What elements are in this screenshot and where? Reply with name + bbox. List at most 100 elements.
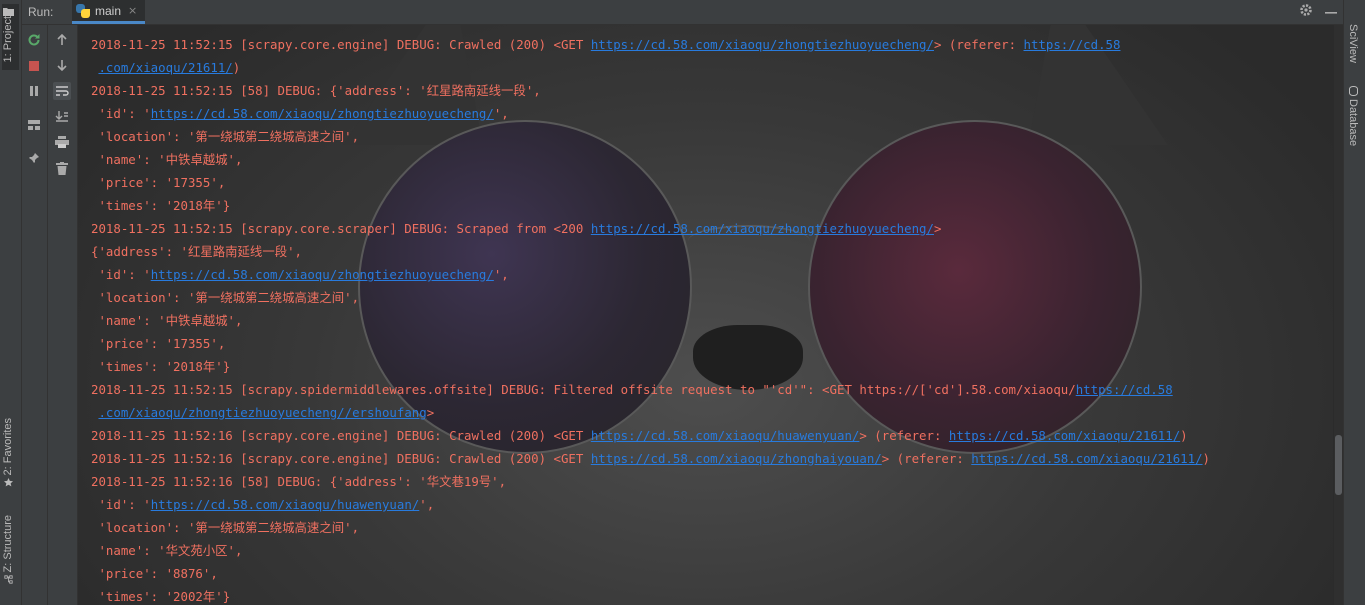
console-link[interactable]: https://cd.58.com/xiaoqu/huawenyuan/ xyxy=(591,428,860,443)
console-text: > xyxy=(933,221,942,236)
python-icon xyxy=(76,3,90,18)
console-text: 'price': '8876', xyxy=(91,566,218,581)
scrollbar-thumb[interactable] xyxy=(1335,435,1342,495)
console-text: 'id': ' xyxy=(91,497,151,512)
console-link[interactable]: https://cd.58.com/xiaoqu/zhongtiezhuoyue… xyxy=(591,37,934,52)
console-text: 'times': '2002年'} xyxy=(91,589,231,604)
console-line: 'location': '第一绕城第二绕城高速之间', xyxy=(91,125,1210,148)
console-link[interactable]: https://cd.58.com/xiaoqu/zhongtiezhuoyue… xyxy=(151,267,494,282)
console-scrollbar[interactable] xyxy=(1334,25,1343,605)
console-line: .com/xiaoqu/zhongtiezhuoyuecheng//ershou… xyxy=(91,401,1210,424)
database-tab-label: Database xyxy=(1347,99,1359,147)
console-text: 2018-11-25 11:52:15 [scrapy.core.engine]… xyxy=(91,37,591,52)
run-tab-main[interactable]: main × xyxy=(72,0,146,24)
console-text: > (referer: xyxy=(859,428,949,443)
console-text: 'times': '2018年'} xyxy=(91,198,231,213)
console-text: 2018-11-25 11:52:15 [58] DEBUG: {'addres… xyxy=(91,83,541,98)
console-text: 2018-11-25 11:52:16 [scrapy.core.engine]… xyxy=(91,451,591,466)
run-actions-toolbar xyxy=(22,25,48,605)
console-text: ) xyxy=(1202,451,1211,466)
console-link[interactable]: https://cd.58.com/xiaoqu/zhonghaiyouan/ xyxy=(591,451,882,466)
folder-icon xyxy=(3,8,14,16)
console-line: 'name': '中铁卓越城', xyxy=(91,148,1210,171)
console-link[interactable]: https://cd.58.com/xiaoqu/21611/ xyxy=(949,428,1180,443)
console-text: 'location': '第一绕城第二绕城高速之间', xyxy=(91,129,360,144)
console-text: ) xyxy=(232,60,241,75)
print-icon[interactable] xyxy=(53,133,71,151)
console-link[interactable]: https://cd.58 xyxy=(1024,37,1121,52)
console-link[interactable]: https://cd.58 xyxy=(1076,382,1173,397)
console-link[interactable]: https://cd.58.com/xiaoqu/21611/ xyxy=(971,451,1202,466)
console-text: > xyxy=(426,405,435,420)
sciview-tab-label: SciView xyxy=(1347,24,1359,63)
sciview-tool-tab[interactable]: SciView xyxy=(1347,24,1359,63)
run-toolbar-header: Run: main × xyxy=(22,0,1343,25)
console-text: ', xyxy=(493,106,509,121)
console-text: 2018-11-25 11:52:16 [58] DEBUG: {'addres… xyxy=(91,474,507,489)
console-link[interactable]: .com/xiaoqu/21611/ xyxy=(98,60,232,75)
soft-wrap-icon[interactable] xyxy=(53,82,71,100)
console-line: .com/xiaoqu/21611/) xyxy=(91,56,1210,79)
console-text: 'location': '第一绕城第二绕城高速之间', xyxy=(91,520,360,535)
console-line: 2018-11-25 11:52:15 [scrapy.core.scraper… xyxy=(91,217,1210,240)
database-icon xyxy=(1349,86,1358,96)
console-line: 'location': '第一绕城第二绕城高速之间', xyxy=(91,286,1210,309)
console-link[interactable]: https://cd.58.com/xiaoqu/zhongtiezhuoyue… xyxy=(151,106,494,121)
console-line: 'name': '华文苑小区', xyxy=(91,539,1210,562)
structure-tab-label: Z: Structure xyxy=(2,515,14,573)
console-line: 'times': '2018年'} xyxy=(91,194,1210,217)
console-line: 2018-11-25 11:52:15 [58] DEBUG: {'addres… xyxy=(91,79,1210,102)
stop-icon[interactable] xyxy=(25,57,43,75)
console-line: 'price': '17355', xyxy=(91,171,1210,194)
arrow-down-icon[interactable] xyxy=(53,56,71,74)
console-line: 'id': 'https://cd.58.com/xiaoqu/huawenyu… xyxy=(91,493,1210,516)
console-line: 'id': 'https://cd.58.com/xiaoqu/zhongtie… xyxy=(91,102,1210,125)
console-output[interactable]: 2018-11-25 11:52:15 [scrapy.core.engine]… xyxy=(78,25,1333,605)
console-line: 2018-11-25 11:52:16 [58] DEBUG: {'addres… xyxy=(91,470,1210,493)
console-text: 'id': ' xyxy=(91,267,151,282)
scroll-to-end-icon[interactable] xyxy=(53,107,71,125)
console-link[interactable]: https://cd.58.com/xiaoqu/huawenyuan/ xyxy=(151,497,420,512)
console-link[interactable]: https://cd.58.com/xiaoqu/zhongtiezhuoyue… xyxy=(591,221,934,236)
console-line: 'times': '2002年'} xyxy=(91,585,1210,605)
console-line: 'price': '8876', xyxy=(91,562,1210,585)
project-tool-tab[interactable]: 1: Project xyxy=(2,4,19,70)
gear-icon[interactable] xyxy=(1299,3,1313,17)
console-text: {'address': '红星路南延线一段', xyxy=(91,244,303,259)
console-text: > (referer: xyxy=(881,451,972,466)
close-icon[interactable]: × xyxy=(128,4,137,17)
console-line: 'price': '17355', xyxy=(91,332,1210,355)
structure-tool-tab[interactable]: Z: Structure xyxy=(2,515,19,595)
structure-icon xyxy=(4,575,13,585)
console-text: 2018-11-25 11:52:15 [scrapy.spidermiddle… xyxy=(91,382,1076,397)
console-text: ', xyxy=(419,497,435,512)
console-text: 'name': '中铁卓越城', xyxy=(91,313,243,328)
database-tool-tab[interactable]: Database xyxy=(1347,86,1359,146)
layout-icon[interactable] xyxy=(25,116,43,134)
pin-icon[interactable] xyxy=(25,149,43,167)
minimize-icon[interactable] xyxy=(1325,3,1337,17)
favorites-tool-tab[interactable]: 2: Favorites xyxy=(2,418,19,500)
favorites-tab-label: 2: Favorites xyxy=(2,418,14,476)
console-line: 2018-11-25 11:52:16 [scrapy.core.engine]… xyxy=(91,447,1210,470)
console-line: 'times': '2018年'} xyxy=(91,355,1210,378)
console-text: 'location': '第一绕城第二绕城高速之间', xyxy=(91,290,360,305)
console-text: 'id': ' xyxy=(91,106,151,121)
console-text: 'times': '2018年'} xyxy=(91,359,231,374)
console-text: 2018-11-25 11:52:16 [scrapy.core.engine]… xyxy=(91,428,591,443)
console-link[interactable]: .com/xiaoqu/zhongtiezhuoyuecheng//ershou… xyxy=(98,405,426,420)
console-actions-toolbar xyxy=(48,25,78,605)
console-line: 2018-11-25 11:52:15 [scrapy.core.engine]… xyxy=(91,33,1210,56)
console-text: 'price': '17355', xyxy=(91,336,226,351)
arrow-up-icon[interactable] xyxy=(53,31,71,49)
console-log: 2018-11-25 11:52:15 [scrapy.core.engine]… xyxy=(91,33,1210,605)
right-tool-stripe: SciView Database xyxy=(1343,0,1365,605)
project-tab-label: 1: Project xyxy=(2,16,14,63)
console-line: 'location': '第一绕城第二绕城高速之间', xyxy=(91,516,1210,539)
console-line: 2018-11-25 11:52:16 [scrapy.core.engine]… xyxy=(91,424,1210,447)
console-line: {'address': '红星路南延线一段', xyxy=(91,240,1210,263)
rerun-icon[interactable] xyxy=(25,31,43,49)
pause-icon[interactable] xyxy=(25,82,43,100)
console-line: 2018-11-25 11:52:15 [scrapy.spidermiddle… xyxy=(91,378,1210,401)
trash-icon[interactable] xyxy=(53,159,71,177)
